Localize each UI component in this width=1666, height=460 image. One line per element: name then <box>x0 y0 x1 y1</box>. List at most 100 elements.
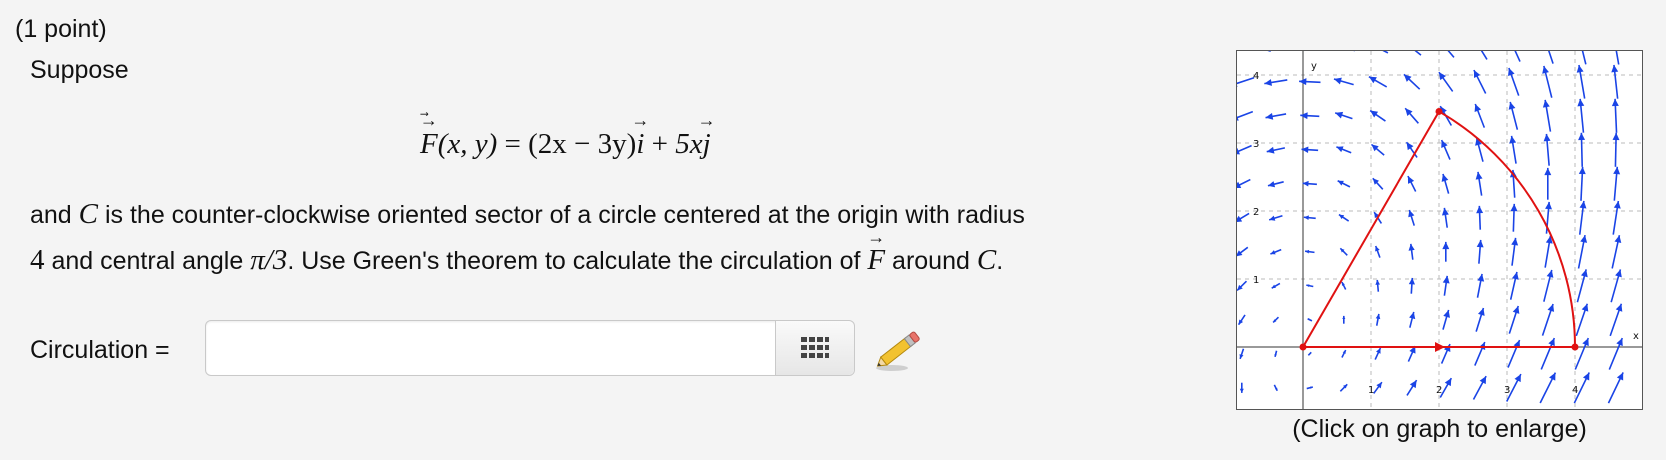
keypad-button[interactable] <box>775 321 854 375</box>
vector-arrow <box>1578 166 1586 201</box>
vector-arrow <box>1370 143 1385 156</box>
vector-arrow <box>1272 316 1280 324</box>
vector-arrow <box>1339 383 1348 392</box>
vector-arrow <box>1510 203 1518 232</box>
vector-arrow <box>1543 269 1554 302</box>
vector-arrow <box>1471 35 1488 60</box>
vector-arrow <box>1368 75 1388 88</box>
vector-arrow <box>1301 146 1319 153</box>
vector-arrow <box>1341 281 1347 290</box>
vector-arrow <box>1303 215 1316 221</box>
vector-arrow <box>1271 282 1281 289</box>
vector-arrow <box>1406 379 1418 396</box>
vector-arrow <box>1507 339 1521 368</box>
vector-arrow <box>1235 246 1249 257</box>
vector-arrow <box>1576 31 1587 65</box>
vector-arrow <box>1306 386 1314 390</box>
vector-arrow <box>1228 43 1256 54</box>
vector-arrow <box>1374 245 1381 258</box>
y-tick-label: 1 <box>1253 275 1259 286</box>
vector-arrow <box>1267 181 1284 188</box>
vector-arrow <box>1374 347 1382 360</box>
graph-caption[interactable]: (Click on graph to enlarge) <box>1236 414 1643 444</box>
x-tick-label: 1 <box>1368 385 1374 396</box>
x-axis-label: x <box>1633 331 1639 342</box>
vector-arrow <box>1607 372 1624 404</box>
vector-arrow <box>1407 175 1417 192</box>
y-tick-label: 2 <box>1253 207 1259 218</box>
vector-arrow <box>1539 372 1557 404</box>
vector-arrow <box>1373 381 1383 394</box>
sector-vertex <box>1299 343 1307 351</box>
vector-arrow <box>1511 237 1519 266</box>
vector-arrow <box>1265 112 1287 120</box>
y-axis-label: y <box>1311 61 1317 72</box>
vector-arrow <box>1408 277 1415 294</box>
vector-arrow <box>1403 73 1421 90</box>
vector-arrow <box>1337 180 1351 188</box>
vector-arrow <box>1237 314 1246 326</box>
vector-arrow <box>1375 313 1381 326</box>
sector-vertex <box>1435 107 1443 115</box>
sector-vertex <box>1571 343 1579 351</box>
vector-arrow <box>1342 315 1346 324</box>
vector-arrow <box>1372 177 1384 190</box>
pencil-icon[interactable] <box>872 328 924 372</box>
vector-arrow <box>1305 249 1315 254</box>
vector-arrow <box>1231 144 1252 155</box>
vector-arrow <box>1506 33 1521 62</box>
vector-arrow <box>1508 305 1520 334</box>
y-tick-label: 4 <box>1253 71 1259 82</box>
vector-arrow <box>1306 284 1314 288</box>
vector-arrow <box>1407 345 1416 362</box>
vector-arrow <box>1544 235 1553 268</box>
vector-arrow <box>1610 30 1620 65</box>
vector-arrow <box>1239 382 1244 393</box>
graph-thumbnail[interactable]: 1 2 3 4 1 2 3 4 x y <box>1228 30 1643 410</box>
vector-arrow <box>1611 98 1619 133</box>
vector-arrow <box>1577 234 1588 269</box>
vector-arrow <box>1474 103 1486 128</box>
vector-arrow <box>1442 241 1450 262</box>
vector-arrow <box>1369 109 1386 122</box>
vector-arrow <box>1268 214 1283 221</box>
vector-arrow <box>1473 69 1487 94</box>
x-tick-label: 3 <box>1504 385 1510 396</box>
vector-arrow <box>1543 133 1551 166</box>
vector-arrow <box>1476 239 1484 264</box>
intro-text: Suppose <box>30 56 129 84</box>
vector-arrow <box>1611 64 1619 99</box>
vector-field-plot: 1 2 3 4 1 2 3 4 x y <box>1228 30 1642 409</box>
vector-F: ⃗→F <box>419 110 438 160</box>
vector-arrow <box>1540 337 1556 370</box>
problem-sentence-1: and C is the counter-clockwise oriented … <box>30 198 1025 230</box>
vector-arrow <box>1236 280 1248 292</box>
vector-arrow <box>1442 309 1450 330</box>
vector-arrow <box>1375 279 1381 292</box>
vector-arrow <box>1232 178 1251 189</box>
vector-arrow <box>1544 167 1552 200</box>
vector-arrow <box>1541 303 1555 336</box>
vector-F-inline: → F <box>867 227 886 276</box>
vector-field-equation: ⃗→F(x, y) = (2x − 3y)→i + 5x→j <box>419 110 716 160</box>
sector-side-edge <box>1302 110 1440 348</box>
vector-arrow <box>1299 78 1321 86</box>
central-angle: π/3 <box>250 244 288 276</box>
vector-arrow <box>1542 99 1552 132</box>
vector-arrow <box>1405 141 1418 158</box>
vector-arrow <box>1230 110 1254 121</box>
vector-arrow <box>1437 37 1455 58</box>
circulation-input[interactable] <box>214 329 778 369</box>
vector-arrow <box>1576 64 1586 99</box>
vector-arrow <box>1541 31 1554 64</box>
vector-arrow <box>1475 171 1483 196</box>
vector-arrow <box>1239 348 1245 360</box>
vector-arrow <box>1612 132 1620 167</box>
curve-C: C <box>78 198 99 230</box>
vector-arrow <box>1234 212 1250 223</box>
vector-arrow <box>1575 303 1589 337</box>
circulation-label: Circulation = <box>30 336 170 364</box>
unit-vector-i: → i <box>631 110 650 160</box>
y-tick-label: 3 <box>1253 139 1259 150</box>
vector-arrows <box>1228 30 1624 404</box>
